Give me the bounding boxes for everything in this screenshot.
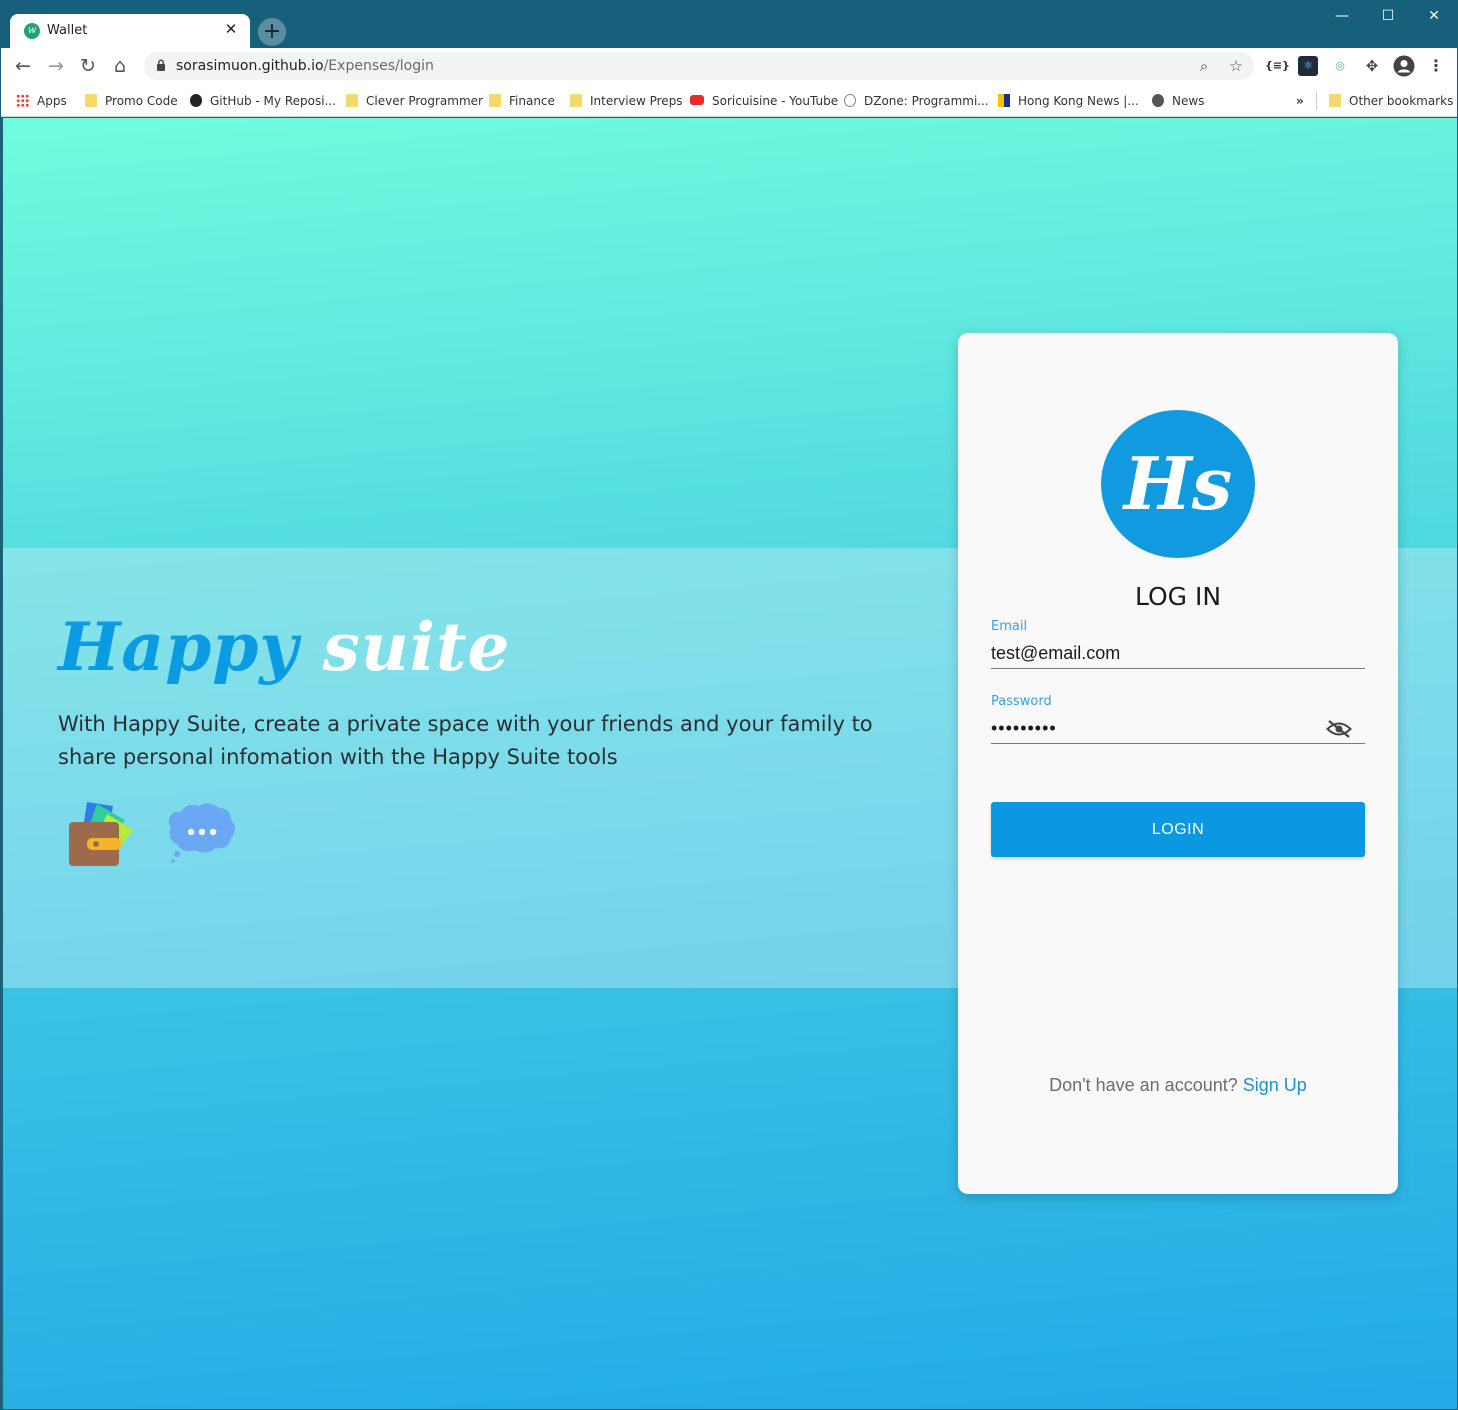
bookmark-interview-preps[interactable]: Interview Preps	[570, 91, 683, 111]
login-card: Hs LOG IN Email Password LOGIN Don't hav…	[958, 333, 1398, 1194]
bookmark-promo-code[interactable]: Promo Code	[85, 91, 178, 111]
email-label: Email	[991, 619, 1028, 634]
email-field[interactable]	[991, 639, 1365, 669]
dzone-icon	[844, 94, 856, 107]
bookmark-dzone[interactable]: DZone: Programmi...	[844, 91, 989, 111]
bookmark-soricuisine[interactable]: Soricuisine - YouTube	[690, 91, 838, 111]
bookmark-github[interactable]: GitHub - My Reposi...	[190, 91, 336, 111]
url-host: sorasimuon.github.io	[176, 58, 324, 74]
bookmarks-bar: Apps Promo Code GitHub - My Reposi... Cl…	[1, 84, 1457, 117]
folder-icon	[489, 94, 501, 107]
address-bar[interactable]: sorasimuon.github.io/Expenses/login ⌕ ☆	[144, 52, 1254, 80]
bookmark-other[interactable]: Other bookmarks	[1329, 91, 1453, 111]
forward-arrow-icon[interactable]: →	[43, 53, 69, 79]
bookmark-label: Clever Programmer	[366, 94, 483, 108]
tab-close-icon[interactable]: ✕	[222, 20, 240, 40]
minimize-button[interactable]: —	[1319, 5, 1365, 29]
react-devtools-icon[interactable]: ⚛	[1298, 56, 1318, 76]
visibility-off-eye-icon[interactable]	[1326, 719, 1352, 739]
extensions-puzzle-icon[interactable]: ✥	[1362, 56, 1382, 76]
bookmark-label: Apps	[37, 94, 67, 108]
bookmark-label: Interview Preps	[590, 94, 683, 108]
menu-kebab-icon[interactable]: ⋮	[1426, 56, 1446, 76]
login-title: LOG IN	[1134, 582, 1222, 611]
tab-bar: w Wallet ✕ + — ☐ ✕	[1, 1, 1457, 48]
browser-toolbar: ← → ↻ ⌂ sorasimuon.github.io/Expenses/lo…	[1, 48, 1457, 84]
tab-wallet[interactable]: w Wallet ✕	[10, 14, 250, 48]
reload-icon[interactable]: ↻	[75, 53, 101, 79]
wallet-app-icon[interactable]	[65, 798, 139, 872]
login-button[interactable]: LOGIN	[991, 802, 1365, 857]
folder-icon	[346, 94, 358, 107]
star-icon[interactable]: ☆	[1226, 56, 1246, 76]
youtube-icon	[690, 95, 704, 105]
json-extension-icon[interactable]: {≡}	[1265, 56, 1290, 76]
extension-circle-icon[interactable]: ◎	[1330, 56, 1350, 76]
bookmark-label: Hong Kong News |...	[1018, 94, 1139, 108]
bookmark-label: Finance	[509, 94, 555, 108]
bookmarks-divider	[1316, 92, 1317, 110]
hero-title-second: suite	[322, 608, 511, 686]
bookmark-label: News	[1172, 94, 1205, 108]
signup-link[interactable]: Sign Up	[1243, 1075, 1307, 1095]
folder-icon	[1329, 94, 1341, 107]
bookmark-label: Other bookmarks	[1349, 94, 1454, 108]
zoom-icon[interactable]: ⌕	[1194, 56, 1214, 76]
lock-icon	[157, 59, 165, 71]
password-label: Password	[991, 694, 1052, 709]
close-window-button[interactable]: ✕	[1411, 5, 1457, 29]
flag-icon	[998, 94, 1010, 107]
hero-title: Happy suite	[58, 608, 510, 686]
home-icon[interactable]: ⌂	[107, 53, 133, 79]
browser-window: w Wallet ✕ + — ☐ ✕ ← → ↻ ⌂ sorasimuon.gi…	[0, 0, 1458, 1410]
bookmark-label: Soricuisine - YouTube	[712, 94, 839, 108]
signup-prompt-text: Don't have an account?	[1049, 1075, 1238, 1095]
page-content: Happy suite With Happy Suite, create a p…	[3, 118, 1457, 1409]
signup-prompt: Don't have an account? Sign Up	[958, 1075, 1398, 1096]
chat-bubble-app-icon[interactable]	[165, 798, 239, 872]
bookmark-apps[interactable]: Apps	[16, 91, 67, 111]
wallet-favicon-icon: w	[24, 23, 40, 39]
new-tab-button[interactable]: +	[258, 18, 286, 46]
globe-icon	[1152, 94, 1164, 107]
password-field[interactable]	[991, 714, 1365, 744]
profile-avatar-icon[interactable]	[1393, 55, 1415, 77]
folder-icon	[85, 94, 97, 107]
bookmark-news[interactable]: News	[1152, 91, 1204, 111]
maximize-button[interactable]: ☐	[1365, 5, 1411, 29]
url-path: /Expenses/login	[323, 58, 434, 74]
folder-icon	[570, 94, 582, 107]
bookmark-label: Promo Code	[105, 94, 178, 108]
bookmark-label: DZone: Programmi...	[864, 94, 989, 108]
bookmark-clever-programmer[interactable]: Clever Programmer	[346, 91, 483, 111]
bookmark-finance[interactable]: Finance	[489, 91, 555, 111]
bookmark-label: GitHub - My Reposi...	[210, 94, 336, 108]
url-text: sorasimuon.github.io/Expenses/login	[176, 58, 434, 74]
tab-title: Wallet	[47, 23, 88, 38]
github-icon	[190, 94, 202, 107]
hero-description: With Happy Suite, create a private space…	[58, 712, 873, 769]
apps-grid-icon	[16, 94, 29, 107]
happy-suite-logo: Hs	[1101, 410, 1255, 558]
back-arrow-icon[interactable]: ←	[10, 53, 36, 79]
hero-title-first: Happy	[58, 608, 299, 686]
bookmark-hong-kong-news[interactable]: Hong Kong News |...	[998, 91, 1139, 111]
bookmarks-overflow-chevron-icon[interactable]: »	[1296, 91, 1304, 111]
